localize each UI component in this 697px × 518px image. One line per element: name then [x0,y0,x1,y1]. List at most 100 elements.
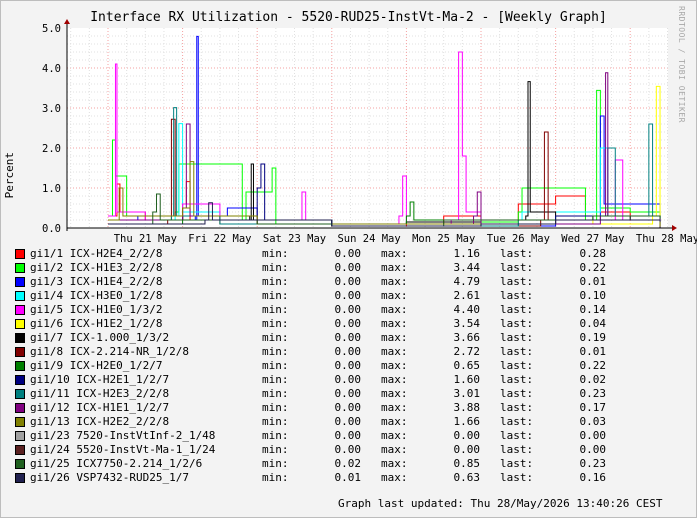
legend-min-value: 0.00 [334,261,362,274]
legend-last-label: last: [500,331,534,344]
legend-max-label: max: [381,247,408,260]
legend-last-value: 0.22 [579,359,607,372]
legend-last-label: last: [500,443,534,456]
legend-min-label: min: [262,401,289,414]
legend-max-value: 1.16 [453,247,481,260]
legend-last-value: 0.01 [579,345,607,358]
legend-max-value: 2.72 [453,345,481,358]
legend-swatch [15,445,25,455]
legend-min-value: 0.00 [334,401,362,414]
legend-name: gi1/24 5520-InstVt-Ma-1_1/24 [30,443,216,456]
legend-row: gi1/10 ICX-H2E1_1/2/7 min: 0.00 max: 1.60 las… [15,373,695,387]
legend-row: gi1/3 ICX-H1E4_2/2/8 min: 0.00 max: 4.79 last… [15,275,695,289]
legend-name: gi1/11 ICX-H2E3_2/2/8 [30,387,170,400]
legend-last-label: last: [500,359,534,372]
legend-min-label: min: [262,317,289,330]
legend-last-label: last: [500,317,534,330]
legend-swatch [15,263,25,273]
legend-min-value: 0.00 [334,331,362,344]
legend-swatch [15,375,25,385]
legend-last-value: 0.17 [579,401,607,414]
legend-name: gi1/2 ICX-H1E3_2/2/8 [30,261,163,274]
legend-min-label: min: [262,275,289,288]
legend-max-label: max: [381,373,408,386]
legend-row: gi1/8 ICX-2.214-NR_1/2/8 min: 0.00 max: 2.72… [15,345,695,359]
legend-swatch [15,305,25,315]
legend-min-label: min: [262,415,289,428]
x-axis-arrow [672,225,677,231]
legend-name: gi1/6 ICX-H1E2_1/2/8 [30,317,163,330]
y-tick-label: 4.0 [42,63,61,75]
legend-min-value: 0.00 [334,303,362,316]
legend-last-label: last: [500,261,534,274]
legend-min-value: 0.00 [334,387,362,400]
legend-max-value: 3.44 [453,261,481,274]
legend-last-label: last: [500,457,534,470]
legend-row: gi1/26 VSP7432-RUD25_1/7 min: 0.01 max: 0.63… [15,471,695,485]
legend-name: gi1/26 VSP7432-RUD25_1/7 [30,471,189,484]
legend-row: gi1/7 ICX-1.000_1/3/2 min: 0.00 max: 3.66 las… [15,331,695,345]
legend-swatch [15,431,25,441]
x-tick-label: Wed 27 May [561,233,624,245]
legend-name: gi1/10 ICX-H2E1_1/2/7 [30,373,170,386]
legend-min-label: min: [262,387,289,400]
legend-max-label: max: [381,275,408,288]
legend-min-label: min: [262,247,289,260]
legend-max-value: 1.66 [453,415,481,428]
legend-min-label: min: [262,471,289,484]
legend-max-value: 0.65 [453,359,481,372]
legend-last-value: 0.22 [579,261,607,274]
legend-min-value: 0.00 [334,247,362,260]
legend-last-value: 0.03 [579,415,607,428]
legend-last-value: 0.04 [579,317,607,330]
y-tick-label: 1.0 [42,183,61,195]
legend-row: gi1/13 ICX-H2E2_2/2/8 min: 0.00 max: 1.66 las… [15,415,695,429]
legend-last-value: 0.16 [579,471,607,484]
legend-name: gi1/7 ICX-1.000_1/3/2 [30,331,170,344]
last-updated-text: Graph last updated: Thu 28/May/2026 13:4… [338,497,663,510]
legend-row: gi1/9 ICX-H2E0_1/2/7 min: 0.00 max: 0.65 last… [15,359,695,373]
legend-name: gi1/9 ICX-H2E0_1/2/7 [30,359,163,372]
legend-max-label: max: [381,443,408,456]
legend-swatch [15,473,25,483]
legend-max-label: max: [381,387,408,400]
y-tick-label: 3.0 [42,103,61,115]
legend-last-value: 0.14 [579,303,607,316]
legend-max-value: 0.63 [453,471,481,484]
legend-last-value: 0.28 [579,247,607,260]
legend-swatch [15,389,25,399]
legend-max-label: max: [381,359,408,372]
legend-last-label: last: [500,303,534,316]
legend-last-label: last: [500,373,534,386]
legend-max-value: 3.88 [453,401,481,414]
legend-min-label: min: [262,289,289,302]
x-tick-label: Mon 25 May [412,233,475,245]
legend-min-value: 0.00 [334,345,362,358]
legend-row: gi1/25 ICX7750-2.214_1/2/6 min: 0.02 max: 0.… [15,457,695,471]
legend-max-label: max: [381,457,408,470]
legend-min-label: min: [262,373,289,386]
legend-swatch [15,347,25,357]
legend-name: gi1/3 ICX-H1E4_2/2/8 [30,275,163,288]
legend-name: gi1/25 ICX7750-2.214_1/2/6 [30,457,203,470]
y-axis-arrow [64,19,70,24]
x-tick-label: Thu 21 May [114,233,177,245]
legend-last-label: last: [500,415,534,428]
legend-min-label: min: [262,457,289,470]
legend-max-label: max: [381,415,408,428]
x-tick-label: Thu 28 May [636,233,697,245]
x-tick-label: Fri 22 May [188,233,251,245]
legend-swatch [15,459,25,469]
legend-row: gi1/6 ICX-H1E2_1/2/8 min: 0.00 max: 3.54 last… [15,317,695,331]
legend-swatch [15,417,25,427]
legend-swatch [15,333,25,343]
legend-min-value: 0.00 [334,289,362,302]
legend-swatch [15,277,25,287]
legend-row: gi1/24 5520-InstVt-Ma-1_1/24 min: 0.00 max:… [15,443,695,457]
legend-max-value: 3.66 [453,331,481,344]
y-tick-label: 0.0 [42,223,61,235]
legend-row: gi1/5 ICX-H1E0_1/3/2 min: 0.00 max: 4.40 last… [15,303,695,317]
y-tick-label: 5.0 [42,23,61,35]
legend-min-value: 0.00 [334,359,362,372]
legend-last-value: 0.01 [579,275,607,288]
